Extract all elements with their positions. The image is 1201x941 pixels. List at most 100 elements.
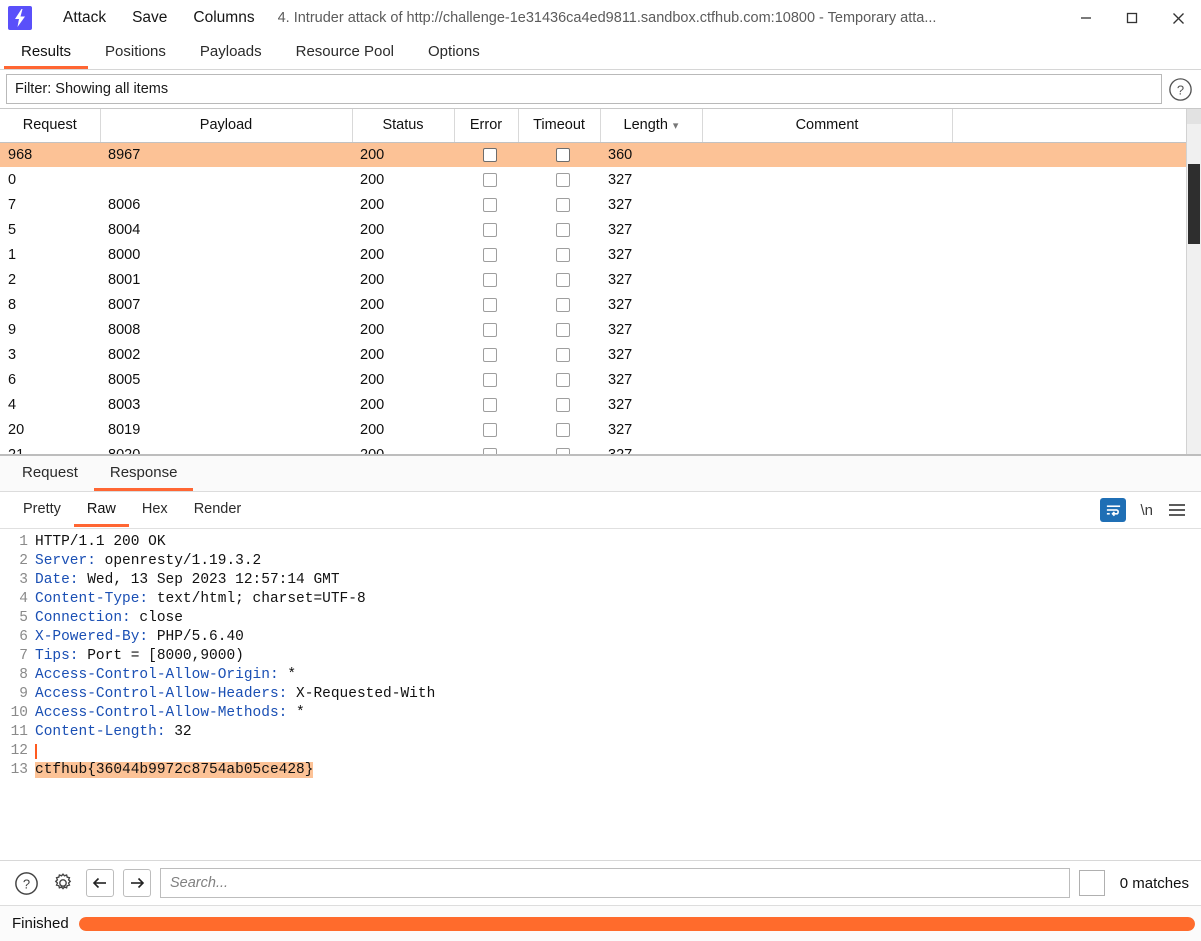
checkbox-icon[interactable] bbox=[556, 197, 570, 212]
tab-options[interactable]: Options bbox=[411, 37, 497, 69]
cell-timeout[interactable] bbox=[518, 142, 600, 167]
cell-error[interactable] bbox=[454, 392, 518, 417]
checkbox-icon[interactable] bbox=[556, 447, 570, 454]
cell-timeout[interactable] bbox=[518, 242, 600, 267]
search-option-checkbox[interactable] bbox=[1078, 870, 1105, 896]
cell-error[interactable] bbox=[454, 342, 518, 367]
tab-render[interactable]: Render bbox=[181, 493, 255, 527]
checkbox-icon[interactable] bbox=[483, 322, 497, 337]
checkbox-icon[interactable] bbox=[556, 322, 570, 337]
checkbox-icon[interactable] bbox=[483, 447, 497, 454]
checkbox-icon[interactable] bbox=[556, 347, 570, 362]
search-input[interactable] bbox=[160, 868, 1070, 898]
column-header-timeout[interactable]: Timeout bbox=[518, 109, 601, 143]
table-row[interactable]: 7 8006 200 327 bbox=[0, 192, 1186, 217]
column-header-comment[interactable]: Comment bbox=[702, 109, 953, 143]
checkbox-icon[interactable] bbox=[556, 297, 570, 312]
checkbox-icon[interactable] bbox=[556, 147, 570, 162]
checkbox-icon[interactable] bbox=[483, 347, 497, 362]
cell-error[interactable] bbox=[454, 217, 518, 242]
checkbox-icon[interactable] bbox=[483, 272, 497, 287]
cell-timeout[interactable] bbox=[518, 342, 600, 367]
hamburger-menu-icon[interactable] bbox=[1167, 502, 1187, 518]
tab-resource-pool[interactable]: Resource Pool bbox=[279, 37, 411, 69]
search-next-button[interactable] bbox=[123, 869, 151, 897]
results-vertical-scrollbar[interactable] bbox=[1186, 109, 1201, 454]
gear-icon[interactable] bbox=[49, 869, 77, 897]
cell-error[interactable] bbox=[454, 317, 518, 342]
cell-error[interactable] bbox=[454, 167, 518, 192]
table-row[interactable]: 1 8000 200 327 bbox=[0, 242, 1186, 267]
table-row[interactable]: 6 8005 200 327 bbox=[0, 367, 1186, 392]
table-row[interactable]: 968 8967 200 360 bbox=[0, 142, 1186, 167]
cell-timeout[interactable] bbox=[518, 442, 600, 454]
checkbox-icon[interactable] bbox=[556, 272, 570, 287]
menu-save[interactable]: Save bbox=[119, 0, 180, 37]
checkbox-icon[interactable] bbox=[483, 397, 497, 412]
cell-timeout[interactable] bbox=[518, 192, 600, 217]
checkbox-icon[interactable] bbox=[483, 422, 497, 437]
minimize-button[interactable] bbox=[1063, 0, 1109, 37]
checkbox-icon[interactable] bbox=[556, 222, 570, 237]
checkbox-icon[interactable] bbox=[556, 172, 570, 187]
cell-error[interactable] bbox=[454, 442, 518, 454]
close-button[interactable] bbox=[1155, 0, 1201, 37]
table-row[interactable]: 3 8002 200 327 bbox=[0, 342, 1186, 367]
tab-positions[interactable]: Positions bbox=[88, 37, 183, 69]
checkbox-icon[interactable] bbox=[483, 297, 497, 312]
menu-attack[interactable]: Attack bbox=[50, 0, 119, 37]
checkbox-icon[interactable] bbox=[483, 197, 497, 212]
cell-timeout[interactable] bbox=[518, 317, 600, 342]
tab-pretty[interactable]: Pretty bbox=[10, 493, 74, 527]
column-header-payload[interactable]: Payload bbox=[100, 109, 353, 143]
cell-error[interactable] bbox=[454, 417, 518, 442]
tab-results[interactable]: Results bbox=[4, 37, 89, 69]
tab-raw[interactable]: Raw bbox=[73, 493, 129, 527]
filter-help-icon[interactable]: ? bbox=[1167, 76, 1193, 102]
cell-timeout[interactable] bbox=[518, 367, 600, 392]
tab-hex[interactable]: Hex bbox=[129, 493, 181, 527]
cell-timeout[interactable] bbox=[518, 167, 600, 192]
checkbox-icon[interactable] bbox=[483, 222, 497, 237]
column-header-request[interactable]: Request bbox=[0, 109, 101, 143]
cell-timeout[interactable] bbox=[518, 392, 600, 417]
cell-error[interactable] bbox=[454, 292, 518, 317]
cell-error[interactable] bbox=[454, 242, 518, 267]
cell-timeout[interactable] bbox=[518, 267, 600, 292]
column-header-length[interactable]: Length ▾ bbox=[600, 109, 703, 143]
table-row[interactable]: 9 8008 200 327 bbox=[0, 317, 1186, 342]
table-row[interactable]: 5 8004 200 327 bbox=[0, 217, 1186, 242]
checkbox-icon[interactable] bbox=[483, 247, 497, 262]
filter-field[interactable]: Filter: Showing all items bbox=[6, 74, 1162, 104]
word-wrap-icon[interactable] bbox=[1100, 498, 1127, 522]
cell-error[interactable] bbox=[454, 367, 518, 392]
column-header-error[interactable]: Error bbox=[454, 109, 519, 143]
checkbox-icon[interactable] bbox=[483, 172, 497, 187]
table-row[interactable]: 8 8007 200 327 bbox=[0, 292, 1186, 317]
newline-toggle[interactable]: \n bbox=[1140, 502, 1153, 519]
checkbox-icon[interactable] bbox=[556, 247, 570, 262]
table-row[interactable]: 20 8019 200 327 bbox=[0, 417, 1186, 442]
table-row[interactable]: 4 8003 200 327 bbox=[0, 392, 1186, 417]
response-viewer[interactable]: 1 HTTP/1.1 200 OK 2 Server: openresty/1.19.… bbox=[0, 529, 1201, 860]
cell-timeout[interactable] bbox=[518, 292, 600, 317]
menu-columns[interactable]: Columns bbox=[180, 0, 267, 37]
table-row[interactable]: 218020200 327 bbox=[0, 442, 1186, 454]
tab-response[interactable]: Response bbox=[93, 456, 194, 491]
checkbox-icon[interactable] bbox=[483, 372, 497, 387]
checkbox-icon[interactable] bbox=[556, 422, 570, 437]
cell-error[interactable] bbox=[454, 192, 518, 217]
cell-error[interactable] bbox=[454, 267, 518, 292]
maximize-button[interactable] bbox=[1109, 0, 1155, 37]
column-header-status[interactable]: Status bbox=[352, 109, 455, 143]
tab-request[interactable]: Request bbox=[6, 456, 94, 491]
cell-timeout[interactable] bbox=[518, 417, 600, 442]
help-circle-icon[interactable]: ? bbox=[12, 869, 40, 897]
checkbox-icon[interactable] bbox=[483, 147, 497, 162]
tab-payloads[interactable]: Payloads bbox=[183, 37, 279, 69]
scrollbar-thumb[interactable] bbox=[1188, 164, 1200, 244]
cell-error[interactable] bbox=[454, 142, 518, 167]
table-row[interactable]: 0 200 327 bbox=[0, 167, 1186, 192]
scroll-up-button[interactable] bbox=[1187, 109, 1201, 124]
checkbox-icon[interactable] bbox=[556, 397, 570, 412]
